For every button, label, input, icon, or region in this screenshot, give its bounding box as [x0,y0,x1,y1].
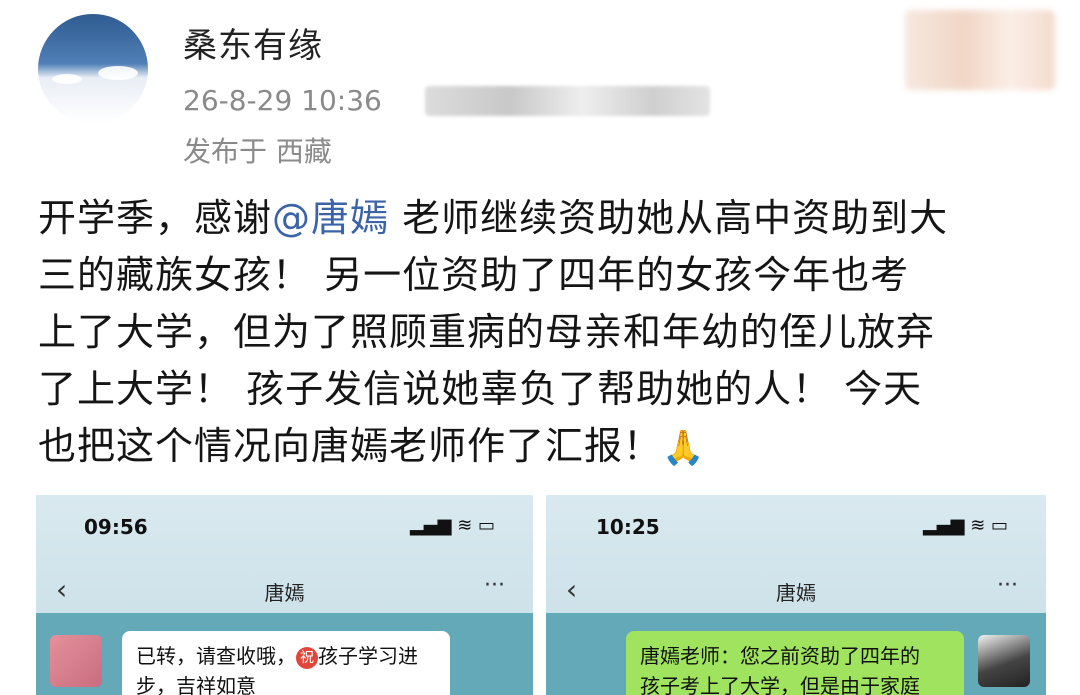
post-line: 也把这个情况向唐嫣老师作了汇报！🙏 [38,424,706,468]
message-bubble: 已转，请查收哦，祝孩子学习进 步，吉祥如意 [122,631,450,695]
username[interactable]: 桑东有缘 [183,18,323,67]
chat-screenshot-2[interactable]: 10:25 ▂▄▆ ≋ ▭ ‹ 唐嫣 ··· 唐嫣老师：您之前资助了四年的 孩子… [546,495,1046,695]
status-time: 09:56 [84,515,148,539]
blurred-follow-button [905,10,1055,90]
avatar-cloud [98,66,138,80]
post-body: 开学季，感谢@唐嫣 老师继续资助她从高中资助到大 三的藏族女孩！ 另一位资助了四… [38,190,1053,477]
status-time: 10:25 [596,515,660,539]
message-bubble: 唐嫣老师：您之前资助了四年的 孩子考上了大学，但是由于家庭 [626,631,964,695]
post-line: 上了大学，但为了照顾重病的母亲和年幼的侄儿放弃 [38,310,936,354]
blurred-device-info [425,86,710,116]
sender-avatar [50,635,102,687]
post-location: 发布于 西藏 [183,135,332,168]
mention-link[interactable]: @唐嫣 [272,196,389,240]
avatar-cloud [52,74,82,84]
post-line: 开学季，感谢@唐嫣 老师继续资助她从高中资助到大 [38,196,949,240]
more-icon: ··· [997,573,1018,598]
user-avatar[interactable] [38,14,148,124]
chat-title: 唐嫣 [264,581,305,605]
post-line: 三的藏族女孩！ 另一位资助了四年的女孩今年也考 [38,253,910,297]
more-icon: ··· [484,573,505,598]
status-icons: ▂▄▆ ≋ ▭ [922,515,1008,536]
chat-title: 唐嫣 [776,581,816,605]
sender-avatar [978,635,1030,687]
post-line: 了上大学！ 孩子发信说她辜负了帮助她的人！ 今天 [38,367,923,411]
chat-screenshot-1[interactable]: 09:56 ▂▄▆ ≋ ▭ ‹ 唐嫣 ··· 已转，请查收哦，祝孩子学习进 步，… [36,495,533,695]
pray-emoji-icon: 🙏 [662,428,706,468]
status-icons: ▂▄▆ ≋ ▭ [409,515,495,536]
blessing-badge-icon: 祝 [296,646,318,669]
post-timestamp: 26-8-29 10:36 [183,84,382,117]
